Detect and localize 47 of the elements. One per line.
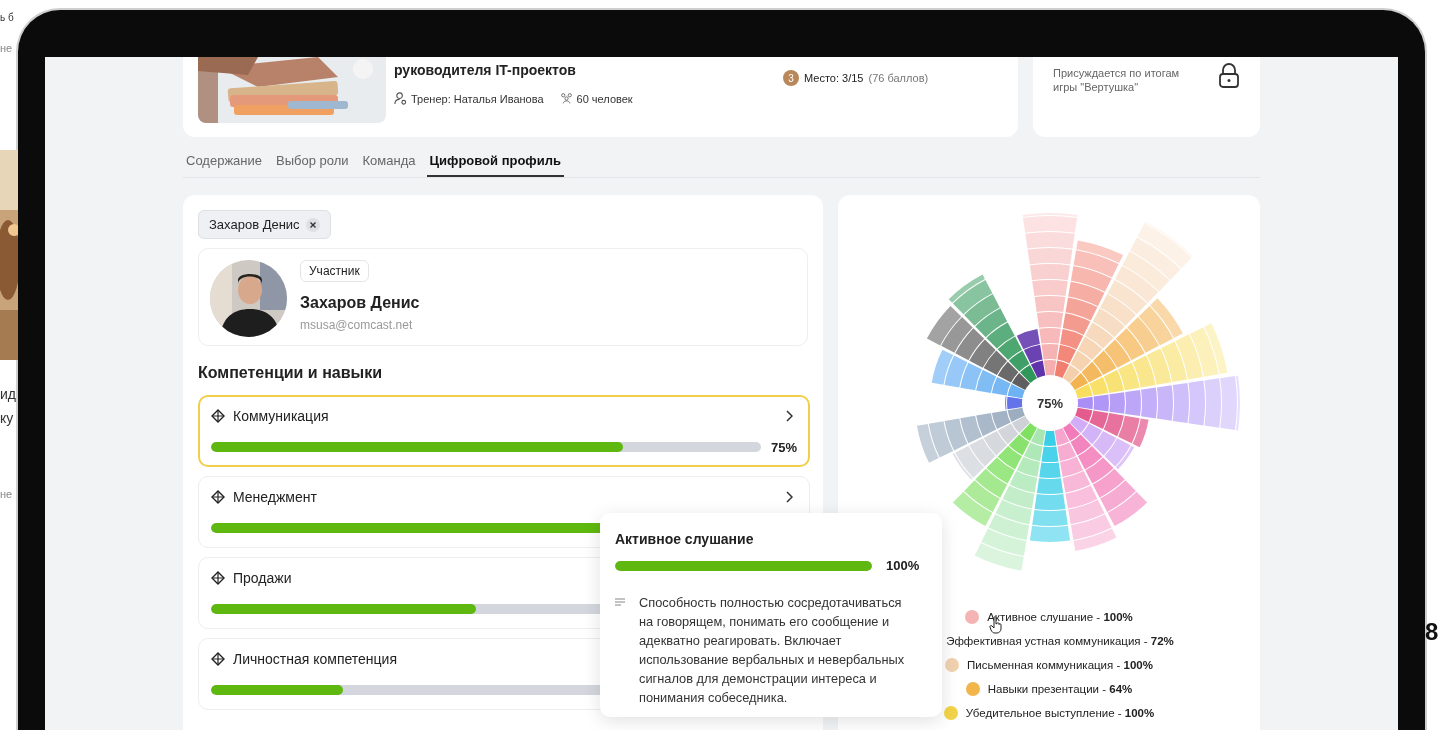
chip-label: Захаров Денис [209,217,300,232]
legend-label[interactable]: Навыки презентации - 64% [987,683,1133,695]
legend-label[interactable]: Убедительное выступление - 100% [965,707,1155,719]
legend-label[interactable]: Активное слушание - 100% [987,611,1133,623]
tab[interactable]: Выбор роли [273,150,352,177]
person-icon [394,92,407,105]
group-icon [559,92,573,105]
medal-badge: 3 [783,70,799,86]
text-lines-icon [615,598,625,606]
legend-label[interactable]: Письменная коммуникация - 100% [967,659,1153,671]
backdrop-text: не [0,42,13,54]
backdrop-text: ид [0,386,16,402]
skill-name: Личностная компетенция [233,651,397,667]
tab[interactable]: Команда [359,150,419,177]
compass-icon [211,652,225,666]
course-title: руководителя IT-проектов [394,62,577,78]
rating-points: (76 баллов) [868,72,929,84]
section-heading: Компетенции и навыки [198,364,384,382]
legend-label[interactable]: Эффективная устная коммуникация - 72% [946,635,1174,647]
backdrop-text: 8 [1425,618,1438,646]
backdrop-text: ку [0,410,14,426]
award-description: Присуждается по итогам игры "Вертушка" [1053,66,1181,95]
skill-card[interactable]: Коммуникация 75% [198,395,810,467]
rating-place: Место: 3/15 [804,72,864,84]
compass-icon [211,409,225,423]
tab[interactable]: Содержание [183,150,265,177]
participants-count: 60 человек [576,92,633,105]
participant-chip[interactable]: Захаров Денис [198,210,331,239]
close-icon[interactable] [305,217,320,232]
skill-name: Коммуникация [233,408,329,424]
role-badge: Участник [300,260,369,282]
tab[interactable]: Цифровой профиль [426,150,564,177]
skill-name: Менеджмент [233,489,317,505]
compass-icon [211,571,225,585]
backdrop-text: не [0,488,13,500]
tooltip-percent: 100% [886,558,920,573]
participant-name: Захаров Денис [300,294,420,312]
participant-email: msusa@comcast.net [300,318,413,332]
compass-icon [211,490,225,504]
backdrop-text: ь б [0,12,14,23]
skill-name: Продажи [233,570,292,586]
chevron-right-icon[interactable] [785,410,793,422]
trainer-label: Тренер: Наталья Иванова [411,92,544,105]
chart-center-value: 75% [1037,396,1063,411]
tooltip-title: Активное слушание [615,531,755,547]
skill-percent: 75% [770,439,797,455]
chevron-right-icon[interactable] [785,491,793,503]
